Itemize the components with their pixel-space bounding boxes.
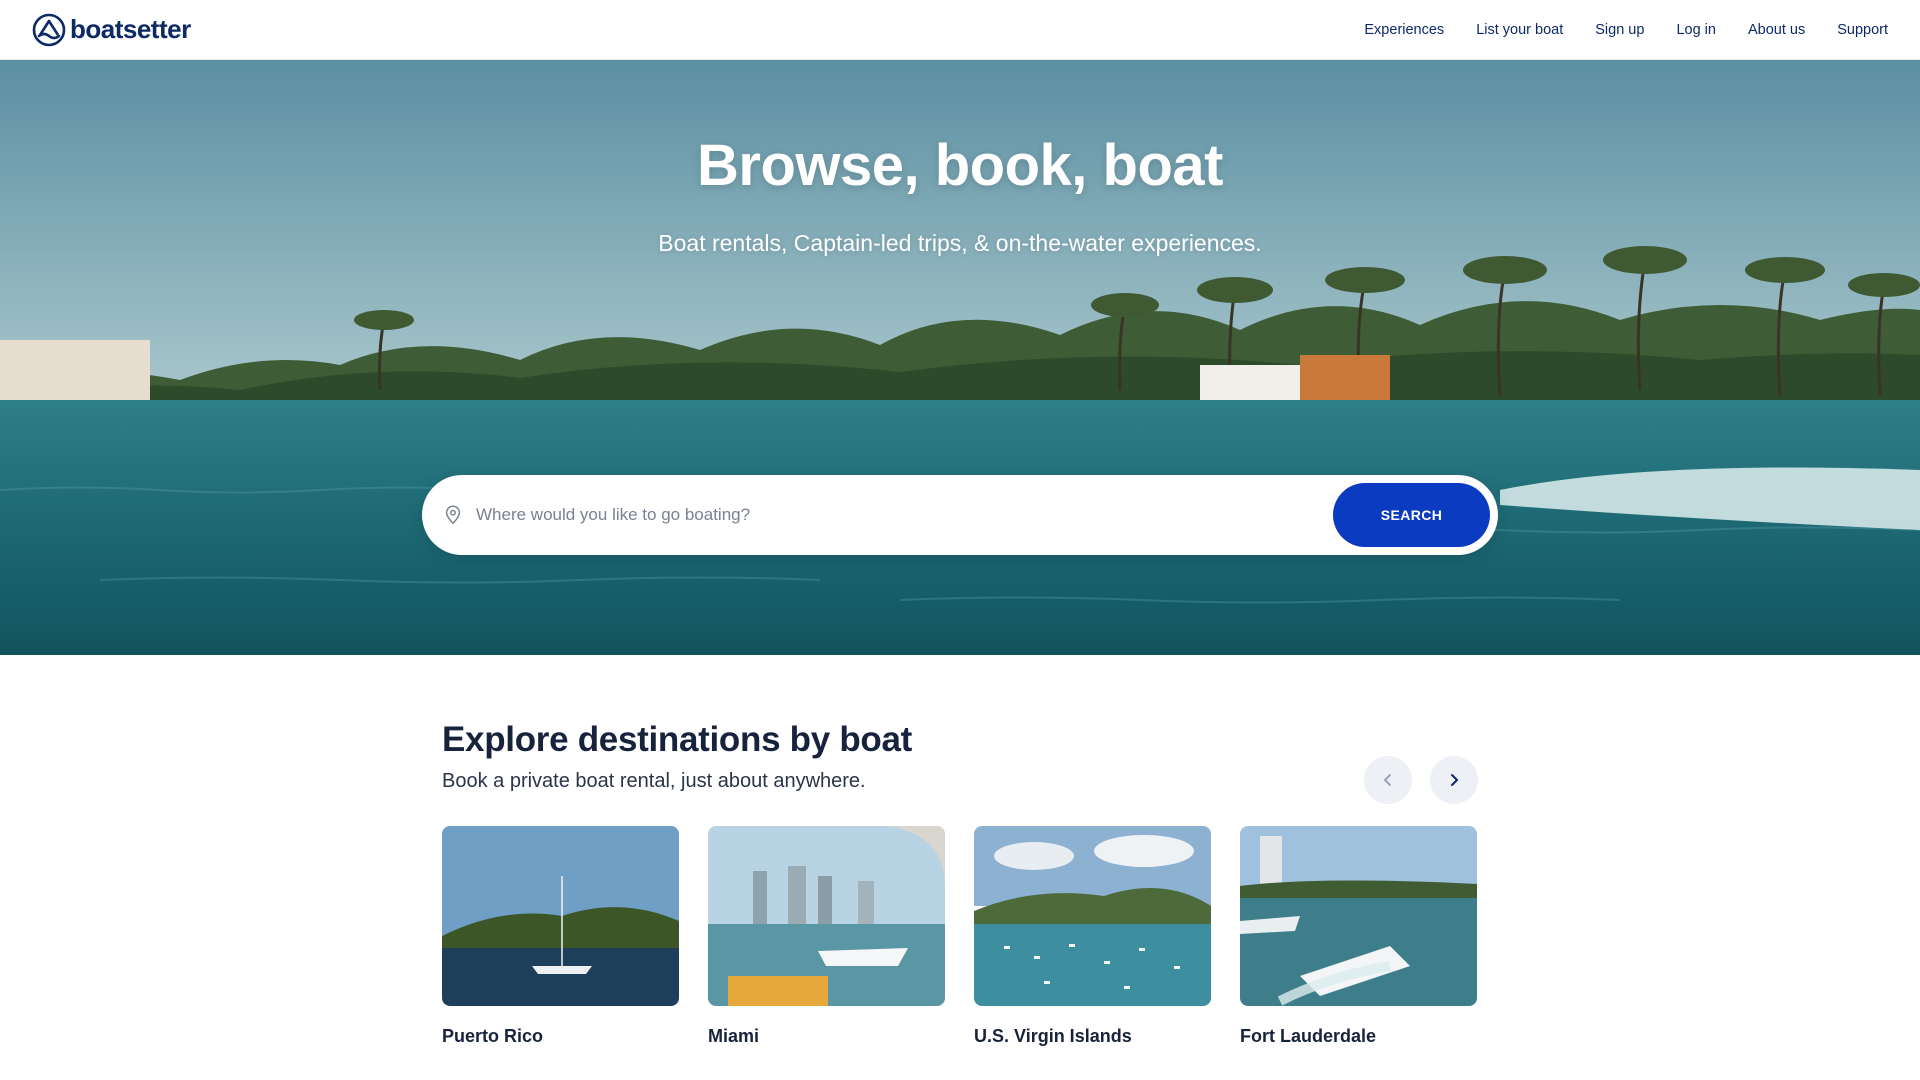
destination-card-usvi[interactable]: U.S. Virgin Islands	[974, 826, 1211, 1047]
main-nav: Experiences List your boat Sign up Log i…	[1364, 22, 1888, 38]
chevron-left-icon	[1384, 774, 1391, 786]
brand-logo[interactable]: boatsetter	[32, 13, 191, 47]
destination-name: Puerto Rico	[442, 1026, 544, 1046]
destination-image-usvi	[974, 826, 1211, 1006]
destinations-title: Explore destinations by boat	[442, 720, 913, 759]
search-button[interactable]: SEARCH	[1333, 483, 1490, 547]
destinations-subtitle: Book a private boat rental, just about a…	[442, 770, 866, 792]
destination-image-miami	[708, 826, 945, 1006]
nav-support[interactable]: Support	[1837, 22, 1888, 38]
destination-card-miami[interactable]: Miami	[708, 826, 945, 1047]
boatsetter-logo-icon	[32, 13, 66, 46]
destination-image-puerto-rico	[442, 826, 679, 1006]
search-input[interactable]	[476, 505, 1333, 525]
location-pin-icon	[445, 505, 461, 525]
top-navigation: boatsetter Experiences List your boat Si…	[0, 0, 1920, 60]
destination-name: Fort Lauderdale	[1240, 1026, 1377, 1046]
destination-image-fort-lauderdale	[1240, 826, 1477, 1006]
nav-list-your-boat[interactable]: List your boat	[1476, 22, 1563, 38]
brand-name: boatsetter	[70, 14, 191, 44]
carousel-next-button[interactable]	[1430, 756, 1478, 804]
carousel-controls	[1364, 756, 1478, 804]
destination-cards: Puerto Rico Miami U.S. Virgin Islands Fo…	[442, 826, 1477, 1047]
destination-card-puerto-rico[interactable]: Puerto Rico	[442, 826, 679, 1047]
hero-section: Browse, book, boat Boat rentals, Captain…	[0, 60, 1920, 655]
hero-title: Browse, book, boat	[697, 133, 1223, 198]
chevron-right-icon	[1451, 774, 1458, 786]
hero-subtitle: Boat rentals, Captain-led trips, & on-th…	[658, 230, 1262, 256]
nav-experiences[interactable]: Experiences	[1364, 22, 1444, 38]
destinations-section: Explore destinations by boat Book a priv…	[442, 720, 1478, 1046]
nav-about-us[interactable]: About us	[1748, 22, 1805, 38]
destination-card-fort-lauderdale[interactable]: Fort Lauderdale	[1240, 826, 1477, 1047]
nav-log-in[interactable]: Log in	[1676, 22, 1716, 38]
nav-sign-up[interactable]: Sign up	[1595, 22, 1644, 38]
destination-name: Miami	[708, 1026, 760, 1046]
search-bar: SEARCH	[422, 475, 1498, 555]
destination-name: U.S. Virgin Islands	[974, 1026, 1132, 1046]
carousel-prev-button[interactable]	[1364, 756, 1412, 804]
